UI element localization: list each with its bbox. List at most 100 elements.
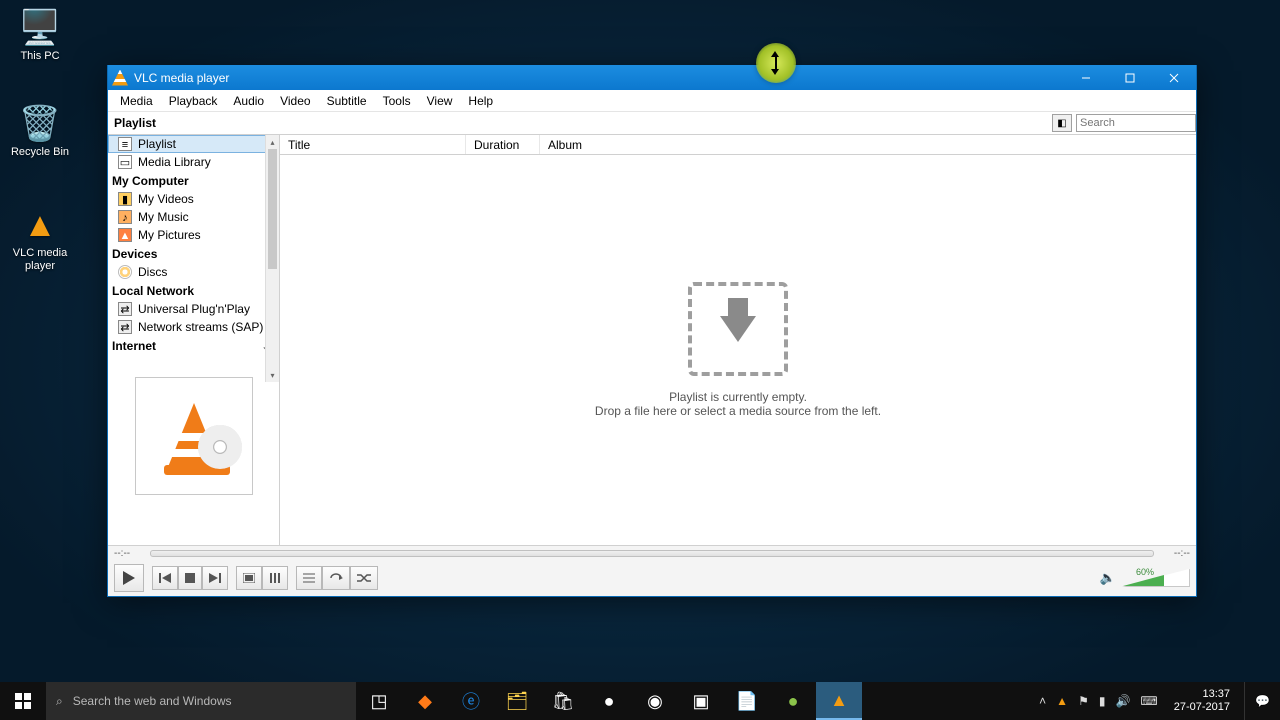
sidebar-item-discs[interactable]: Discs xyxy=(108,263,279,281)
search-input[interactable] xyxy=(1076,114,1196,132)
playlist-toolbar: Playlist ◧ xyxy=(108,112,1196,135)
minimize-button[interactable] xyxy=(1064,65,1108,90)
menu-media[interactable]: Media xyxy=(112,92,161,110)
sidebar-item-label: Media Library xyxy=(138,155,211,169)
album-art-preview xyxy=(135,377,253,495)
desktop-icon-label: This PC xyxy=(20,50,59,62)
playlist-area[interactable]: Title Duration Album Playlist is current… xyxy=(280,135,1196,545)
taskbar-clock[interactable]: 13:37 27-07-2017 xyxy=(1168,688,1236,713)
close-button[interactable] xyxy=(1152,65,1196,90)
playlist-toggle-button[interactable] xyxy=(296,566,322,590)
sidebar-item-my-music[interactable]: ♪My Music xyxy=(108,208,279,226)
sidebar-item-label: Network streams (SAP) xyxy=(138,320,263,334)
taskbar-app[interactable]: 📄 xyxy=(724,682,770,720)
library-icon: ▭ xyxy=(118,155,132,169)
shuffle-button[interactable] xyxy=(350,566,378,590)
desktop-icon-label: Recycle Bin xyxy=(11,146,69,158)
volume-slider[interactable]: 60% xyxy=(1122,569,1190,587)
desktop-icon-this-pc[interactable]: 🖥️ This PC xyxy=(4,8,76,63)
video-icon: ▮ xyxy=(118,192,132,206)
desktop-icon-recycle-bin[interactable]: 🗑️ Recycle Bin xyxy=(4,104,76,159)
column-duration[interactable]: Duration xyxy=(466,135,540,154)
sidebar-item-my-pictures[interactable]: ▲My Pictures xyxy=(108,226,279,244)
clock-time: 13:37 xyxy=(1174,688,1230,701)
desktop-icon-label: VLC media player xyxy=(13,247,67,272)
taskbar-search-placeholder: Search the web and Windows xyxy=(73,694,232,708)
vlc-window: VLC media player Media Playback Audio Vi… xyxy=(107,65,1197,597)
scroll-up-icon[interactable]: ▴ xyxy=(266,135,279,149)
previous-button[interactable] xyxy=(152,566,178,590)
scroll-thumb[interactable] xyxy=(268,149,277,269)
menu-help[interactable]: Help xyxy=(460,92,501,110)
mute-button[interactable]: 🔈 xyxy=(1100,570,1116,586)
desktop-icon-vlc[interactable]: ▲ VLC media player xyxy=(4,206,76,272)
sidebar-item-label: Playlist xyxy=(138,137,176,151)
menu-audio[interactable]: Audio xyxy=(225,92,272,110)
seek-bar[interactable] xyxy=(150,550,1154,557)
menu-view[interactable]: View xyxy=(419,92,461,110)
dropzone-line2: Drop a file here or select a media sourc… xyxy=(595,404,881,418)
sidebar-group-local-network: Local Network xyxy=(108,281,279,300)
extended-settings-button[interactable] xyxy=(262,566,288,590)
taskbar-explorer[interactable]: 🗂 xyxy=(494,682,540,720)
tray-defender-icon[interactable]: ⚑ xyxy=(1078,694,1089,708)
scroll-down-icon[interactable]: ▾ xyxy=(266,368,279,382)
menu-tools[interactable]: Tools xyxy=(375,92,419,110)
play-button[interactable] xyxy=(114,564,144,592)
taskbar-store[interactable]: 🛍 xyxy=(540,682,586,720)
taskbar-app[interactable]: ◆ xyxy=(402,682,448,720)
tray-input-icon[interactable]: ⌨ xyxy=(1140,694,1157,708)
menu-playback[interactable]: Playback xyxy=(161,92,226,110)
sidebar-scrollbar[interactable]: ▴ ▾ xyxy=(265,135,279,382)
taskbar-chrome[interactable]: ◉ xyxy=(632,682,678,720)
taskbar-search[interactable]: ⌕ Search the web and Windows xyxy=(46,682,356,720)
vlc-cone-icon xyxy=(112,70,128,86)
tray-volume-icon[interactable]: 🔊 xyxy=(1115,694,1130,708)
maximize-button[interactable] xyxy=(1108,65,1152,90)
view-toggle-button[interactable]: ◧ xyxy=(1052,114,1072,132)
stop-button[interactable] xyxy=(178,566,202,590)
recycle-bin-icon: 🗑️ xyxy=(4,104,76,144)
task-view-button[interactable]: ◳ xyxy=(356,682,402,720)
titlebar[interactable]: VLC media player xyxy=(108,65,1196,90)
sidebar-group-internet[interactable]: Internet⌄ xyxy=(108,336,279,355)
action-center-button[interactable]: 💬 xyxy=(1244,682,1280,720)
sidebar-item-upnp[interactable]: ⇄Universal Plug'n'Play xyxy=(108,300,279,318)
sidebar-item-label: My Pictures xyxy=(138,228,201,242)
tray-network-icon[interactable]: ▮ xyxy=(1099,694,1106,708)
sidebar-item-sap[interactable]: ⇄ Network streams (SAP) xyxy=(108,318,279,336)
dropzone-box-icon xyxy=(688,282,788,376)
start-button[interactable] xyxy=(0,682,46,720)
taskbar-app[interactable]: ● xyxy=(586,682,632,720)
taskbar: ⌕ Search the web and Windows ◳ ◆ ⓔ 🗂 🛍 ●… xyxy=(0,682,1280,720)
time-elapsed: --:-- xyxy=(114,548,144,559)
network-icon: ⇄ xyxy=(118,320,132,334)
column-album[interactable]: Album xyxy=(540,135,590,154)
clock-date: 27-07-2017 xyxy=(1174,701,1230,714)
taskbar-vlc[interactable]: ▲ xyxy=(816,682,862,720)
column-title[interactable]: Title xyxy=(280,135,466,154)
menubar: Media Playback Audio Video Subtitle Tool… xyxy=(108,90,1196,112)
next-button[interactable] xyxy=(202,566,228,590)
menu-video[interactable]: Video xyxy=(272,92,318,110)
loop-button[interactable] xyxy=(322,566,350,590)
taskbar-edge[interactable]: ⓔ xyxy=(448,682,494,720)
sidebar-item-my-videos[interactable]: ▮My Videos xyxy=(108,190,279,208)
window-title: VLC media player xyxy=(134,71,229,85)
playlist-icon: ≡ xyxy=(118,137,132,151)
search-icon: ⌕ xyxy=(56,694,63,709)
menu-subtitle[interactable]: Subtitle xyxy=(319,92,375,110)
disc-icon xyxy=(118,265,132,279)
dropzone-line1: Playlist is currently empty. xyxy=(669,390,807,404)
playlist-heading: Playlist xyxy=(108,116,280,130)
tray-chevron-up-icon[interactable]: ˄ xyxy=(1039,694,1046,708)
sidebar-item-media-library[interactable]: ▭ Media Library xyxy=(108,153,279,171)
playlist-dropzone[interactable]: Playlist is currently empty. Drop a file… xyxy=(280,155,1196,545)
vlc-cone-icon: ▲ xyxy=(4,206,76,245)
tray-vlc-icon[interactable]: ▲ xyxy=(1056,694,1068,708)
fullscreen-button[interactable] xyxy=(236,566,262,590)
sidebar-item-playlist[interactable]: ≡ Playlist xyxy=(108,135,279,153)
sidebar: ≡Playlist ▭Media Library My Computer ▮My… xyxy=(108,135,280,545)
taskbar-app[interactable]: ● xyxy=(770,682,816,720)
taskbar-app[interactable]: ▣ xyxy=(678,682,724,720)
